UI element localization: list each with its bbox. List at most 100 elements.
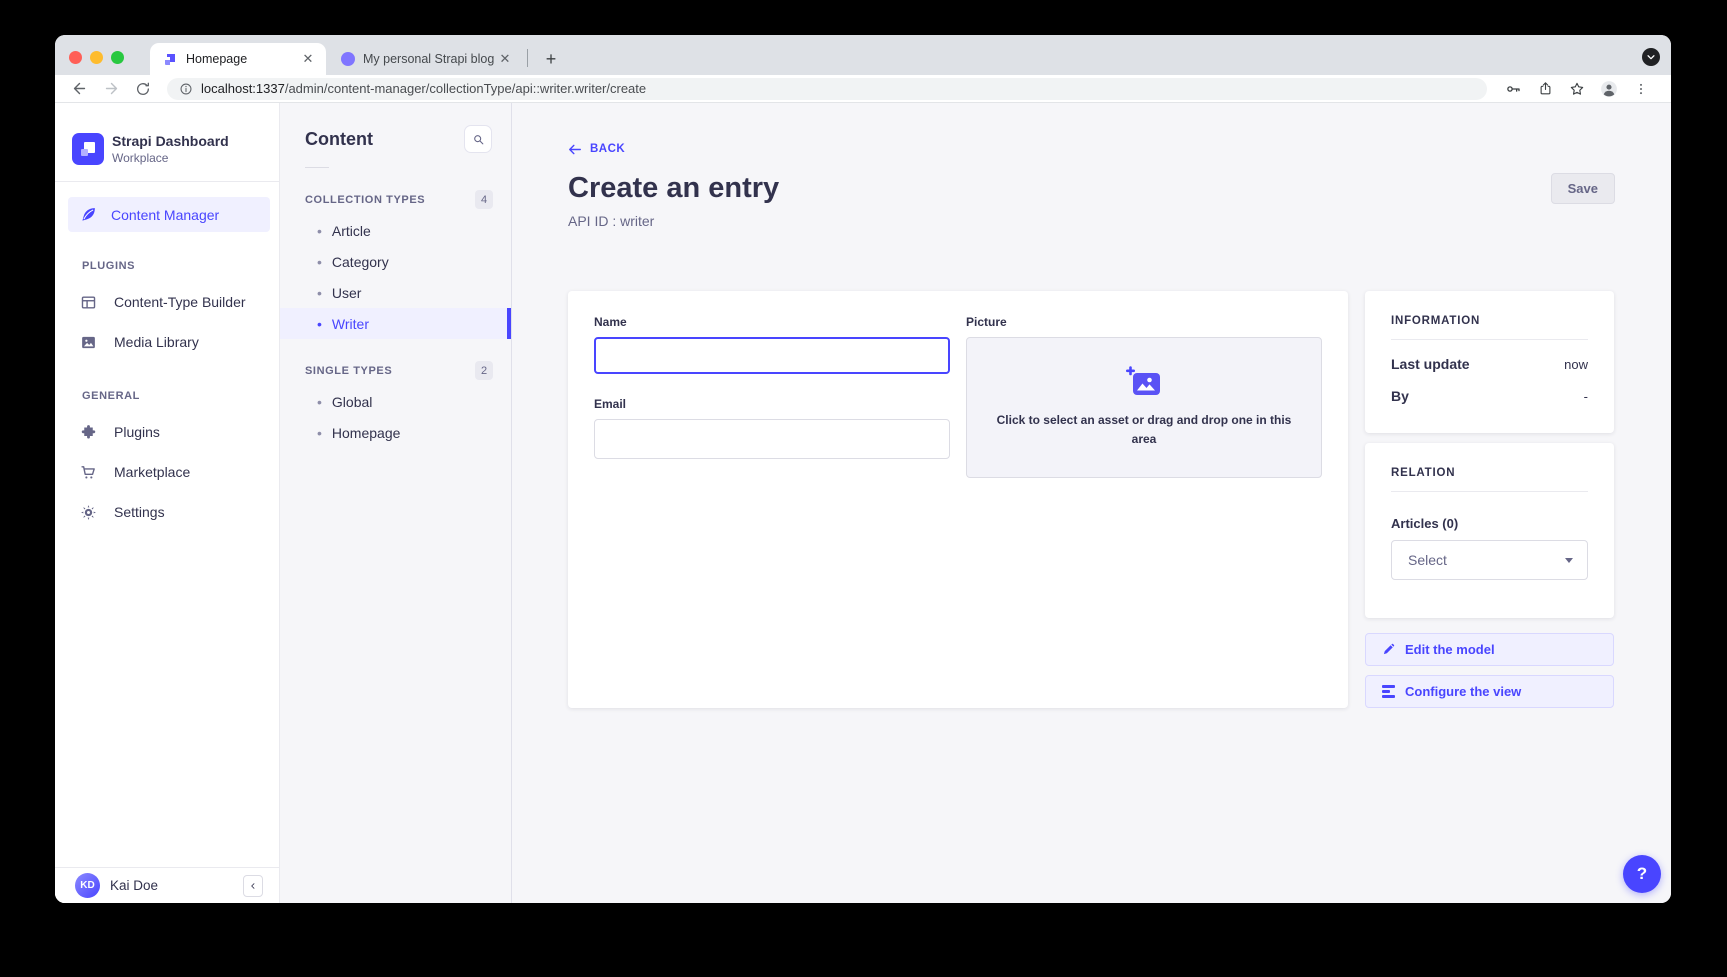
api-id-subtitle: API ID : writer: [568, 213, 1615, 229]
main-content: BACK Create an entry Save API ID : write…: [512, 103, 1671, 903]
subnav-item-label: Category: [332, 254, 389, 270]
group-label: COLLECTION TYPES: [305, 194, 425, 206]
tab-close-icon[interactable]: ✕: [300, 51, 316, 67]
layout-lines-icon: [1382, 685, 1395, 698]
bullet-icon: •: [317, 316, 322, 332]
zoom-window-button[interactable]: [111, 51, 124, 64]
brand-subtitle: Workplace: [112, 151, 229, 165]
forward-arrow-icon: [103, 80, 120, 97]
email-input[interactable]: [594, 419, 950, 459]
relation-panel: RELATION Articles (0) Select: [1365, 443, 1614, 618]
back-arrow-icon: [568, 144, 582, 155]
brand-title: Strapi Dashboard: [112, 133, 229, 149]
subnav-divider: [305, 167, 329, 168]
relation-heading: RELATION: [1391, 467, 1588, 479]
sidebar-section-plugins: PLUGINS: [82, 260, 279, 272]
collapse-sidebar-button[interactable]: [243, 875, 263, 897]
form-grid: Name Email Picture: [594, 315, 1322, 478]
subnav-item-label: Global: [332, 394, 372, 410]
strapi-logo-icon: [72, 133, 104, 165]
sidebar-item-content-type-builder[interactable]: Content-Type Builder: [55, 282, 279, 322]
tab-close-icon[interactable]: ✕: [497, 51, 513, 67]
info-value: now: [1564, 357, 1588, 372]
chevron-down-icon: [1646, 52, 1656, 62]
puzzle-icon: [80, 424, 97, 441]
back-link[interactable]: BACK: [568, 143, 625, 155]
single-types-header: SINGLE TYPES 2: [280, 361, 511, 380]
sidebar-item-label: Marketplace: [114, 464, 190, 480]
forward-nav-button[interactable]: [99, 77, 123, 101]
profile-button[interactable]: [1597, 77, 1621, 101]
subnav-item-label: User: [332, 285, 362, 301]
bookmark-button[interactable]: [1565, 77, 1589, 101]
single-types-list: • Global • Homepage: [280, 386, 511, 448]
picture-dropzone[interactable]: Click to select an asset or drag and dro…: [966, 337, 1322, 478]
name-input[interactable]: [594, 337, 950, 374]
tab-strip: Homepage ✕ My personal Strapi blog | Str…: [55, 35, 1671, 75]
sidebar-divider: [55, 181, 279, 182]
minimize-window-button[interactable]: [90, 51, 103, 64]
title-row: Create an entry Save: [568, 173, 1615, 204]
blog-favicon-icon: [341, 52, 355, 66]
page-info-icon[interactable]: [179, 82, 193, 96]
sidebar-item-plugins[interactable]: Plugins: [55, 412, 279, 452]
select-placeholder: Select: [1408, 552, 1447, 568]
sidebar-item-settings[interactable]: Settings: [55, 492, 279, 532]
share-button[interactable]: [1533, 77, 1557, 101]
sidebar-item-label: Plugins: [114, 424, 160, 440]
picture-field-label: Picture: [966, 315, 1322, 329]
reload-button[interactable]: [131, 77, 155, 101]
subnav-item-writer[interactable]: • Writer: [280, 308, 511, 339]
image-icon: [80, 334, 97, 351]
articles-select[interactable]: Select: [1391, 540, 1588, 580]
user-name: Kai Doe: [110, 878, 233, 893]
search-icon: [472, 133, 485, 146]
cart-icon: [80, 464, 97, 481]
user-avatar[interactable]: KD: [75, 873, 100, 898]
password-manager-button[interactable]: [1501, 77, 1525, 101]
brand-block: Strapi Dashboard Workplace: [55, 103, 279, 165]
save-button[interactable]: Save: [1551, 173, 1615, 204]
dropzone-hint: Click to select an asset or drag and dro…: [989, 411, 1299, 449]
email-field-label: Email: [594, 397, 950, 411]
browser-toolbar: localhost:1337/admin/content-manager/col…: [55, 75, 1671, 103]
tab-title: My personal Strapi blog | Strap: [363, 52, 497, 66]
bullet-icon: •: [317, 285, 322, 301]
layout-icon: [80, 294, 97, 311]
edit-model-button[interactable]: Edit the model: [1365, 633, 1614, 666]
tab-search-button[interactable]: [1642, 48, 1660, 66]
help-button[interactable]: ?: [1623, 855, 1661, 893]
tab-homepage[interactable]: Homepage ✕: [150, 43, 326, 75]
screenshot-stage: Homepage ✕ My personal Strapi blog | Str…: [0, 0, 1727, 977]
back-label: BACK: [590, 143, 625, 155]
close-window-button[interactable]: [69, 51, 82, 64]
back-nav-button[interactable]: [67, 77, 91, 101]
browser-menu-button[interactable]: [1629, 77, 1653, 101]
info-label: Last update: [1391, 356, 1470, 372]
subnav-item-global[interactable]: • Global: [280, 386, 511, 417]
sidebar-item-marketplace[interactable]: Marketplace: [55, 452, 279, 492]
sidebar-item-media-library[interactable]: Media Library: [55, 322, 279, 362]
bullet-icon: •: [317, 425, 322, 441]
search-button[interactable]: [464, 125, 492, 153]
subnav-item-article[interactable]: • Article: [280, 215, 511, 246]
subnav-item-user[interactable]: • User: [280, 277, 511, 308]
caret-down-icon: [1565, 558, 1573, 563]
new-tab-button[interactable]: +: [537, 45, 565, 73]
subnav-item-homepage[interactable]: • Homepage: [280, 417, 511, 448]
sidebar-item-label: Media Library: [114, 334, 199, 350]
subnav-item-category[interactable]: • Category: [280, 246, 511, 277]
tab-title: Homepage: [186, 52, 300, 66]
subnav-title: Content: [305, 129, 373, 150]
sidebar-item-content-manager[interactable]: Content Manager: [68, 197, 270, 232]
tab-strapi-blog[interactable]: My personal Strapi blog | Strap ✕: [333, 43, 521, 75]
user-avatar-icon: [1600, 80, 1618, 98]
strapi-admin-app: Strapi Dashboard Workplace Content Manag…: [55, 103, 1671, 903]
bullet-icon: •: [317, 394, 322, 410]
form-left-column: Name Email: [594, 315, 950, 478]
three-dots-icon: [1634, 82, 1648, 96]
share-icon: [1538, 81, 1553, 96]
subnav-header: Content: [280, 103, 511, 153]
address-bar[interactable]: localhost:1337/admin/content-manager/col…: [167, 78, 1487, 100]
configure-view-button[interactable]: Configure the view: [1365, 675, 1614, 708]
